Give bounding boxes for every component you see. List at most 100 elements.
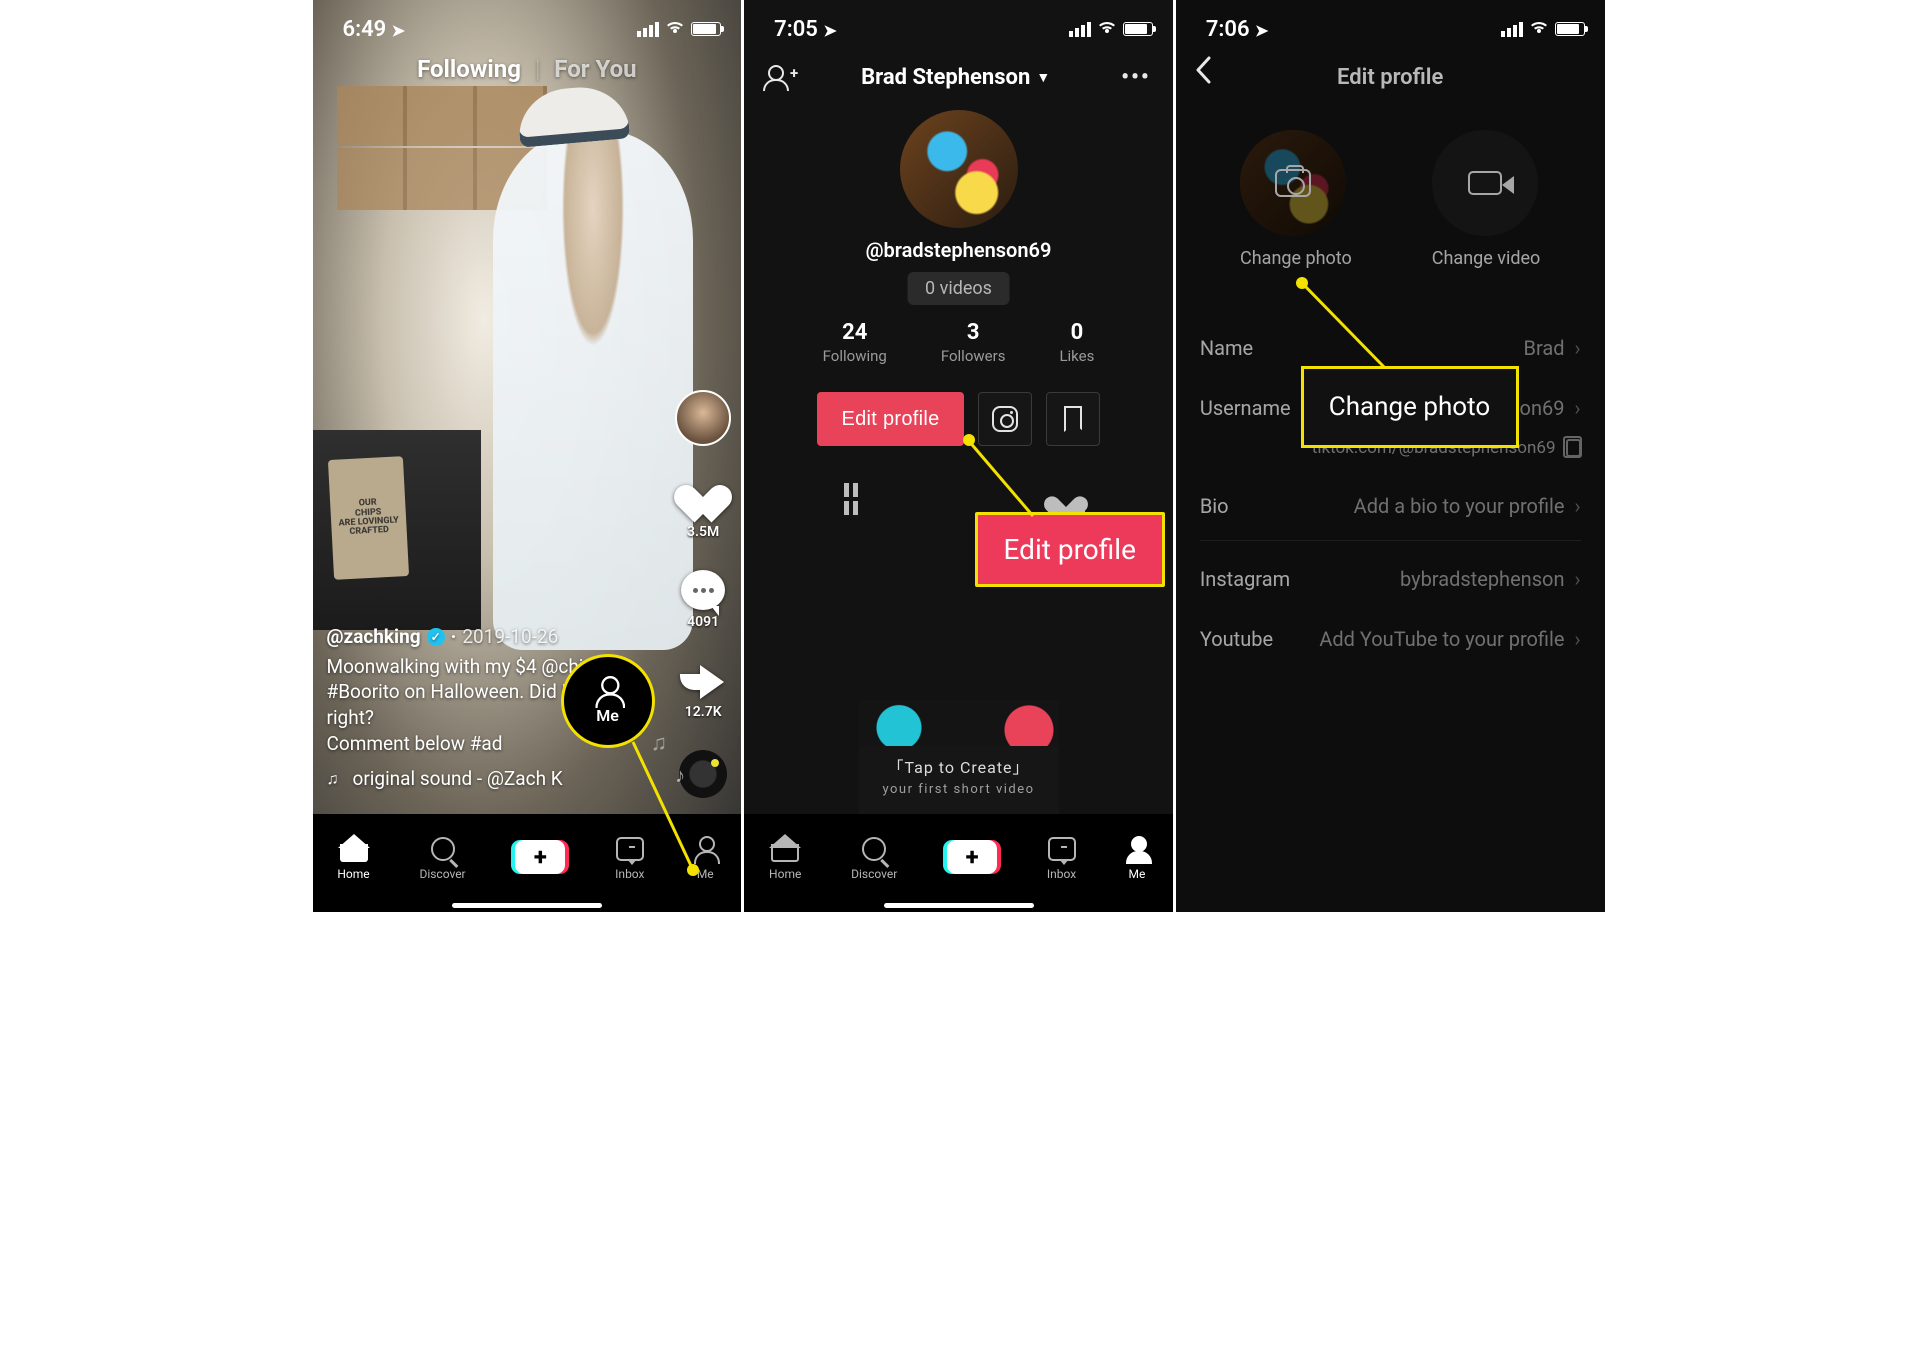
status-time: 7:06 xyxy=(1206,17,1250,42)
row-instagram-value: bybradstephenson xyxy=(1400,567,1565,591)
bg-boxes xyxy=(337,86,547,146)
row-instagram[interactable]: Instagram bybradstephenson› xyxy=(1200,549,1581,609)
status-time: 7:05 xyxy=(774,17,818,42)
stat-followers-num: 3 xyxy=(941,320,1006,345)
wifi-icon xyxy=(665,19,685,40)
nav-home[interactable]: Home xyxy=(337,834,369,881)
feed-right-sidebar: 3.5M 4091 12.7K xyxy=(675,390,731,798)
heart-icon xyxy=(681,476,725,520)
like-button[interactable]: 3.5M xyxy=(681,476,725,540)
videos-count-chip: 0 videos xyxy=(907,272,1010,305)
edit-profile-button[interactable]: Edit profile xyxy=(817,392,963,446)
row-divider xyxy=(1200,540,1581,541)
search-icon xyxy=(862,837,886,861)
comment-count: 4091 xyxy=(687,614,719,630)
home-icon xyxy=(340,836,368,862)
back-button[interactable] xyxy=(1194,56,1212,92)
row-name-label: Name xyxy=(1200,336,1253,360)
change-photo-circle xyxy=(1240,130,1346,236)
battery-icon xyxy=(1555,22,1585,36)
profile-actions: Edit profile xyxy=(744,392,1173,446)
chevron-right-icon: › xyxy=(1575,627,1581,651)
screen-feed: OURCHIPSARE LOVINGLYCRAFTED 6:49 ➤ Follo… xyxy=(313,0,745,912)
share-count: 12.7K xyxy=(685,704,722,720)
tab-following[interactable]: Following xyxy=(417,55,521,83)
comment-icon xyxy=(681,570,725,610)
add-friends-icon[interactable]: + xyxy=(766,65,790,89)
nav-discover[interactable]: Discover xyxy=(419,834,465,881)
sound-note-icon: ♫ xyxy=(327,768,339,790)
caption-username[interactable]: @zachking xyxy=(327,624,421,650)
change-video-circle xyxy=(1432,130,1538,236)
plus-icon: + xyxy=(515,840,565,874)
sound-disc[interactable] xyxy=(679,750,727,798)
profile-avatar[interactable] xyxy=(900,110,1018,228)
location-icon: ➤ xyxy=(392,21,405,40)
stat-following[interactable]: 24 Following xyxy=(823,320,887,365)
profile-stats: 24 Following 3 Followers 0 Likes xyxy=(744,320,1173,365)
tab-for-you[interactable]: For You xyxy=(554,55,636,83)
battery-icon xyxy=(1123,22,1153,36)
change-photo-label: Change photo xyxy=(1240,248,1352,269)
change-video-button[interactable]: Change video xyxy=(1432,130,1541,269)
screen-edit-profile: 7:06 ➤ Edit profile Change photo Change … xyxy=(1176,0,1608,912)
stat-likes-num: 0 xyxy=(1059,320,1094,345)
annotation-me-label: Me xyxy=(596,706,619,725)
status-bar: 6:49 ➤ xyxy=(313,0,742,50)
nav-inbox[interactable]: Inbox xyxy=(1047,834,1076,881)
nav-discover-label: Discover xyxy=(419,867,465,881)
creator-avatar[interactable] xyxy=(675,390,731,446)
share-icon xyxy=(680,660,726,700)
row-bio[interactable]: Bio Add a bio to your profile› xyxy=(1200,476,1581,536)
row-name-value: Brad xyxy=(1523,336,1564,360)
chevron-right-icon: › xyxy=(1575,494,1581,518)
caption-dot: · xyxy=(451,624,457,650)
row-instagram-label: Instagram xyxy=(1200,567,1290,591)
row-username-label: Username xyxy=(1200,396,1291,420)
profile-title[interactable]: Brad Stephenson ▼ xyxy=(861,65,1050,90)
copy-icon xyxy=(1566,439,1581,457)
share-button[interactable]: 12.7K xyxy=(680,660,726,720)
nav-inbox[interactable]: Inbox xyxy=(615,834,644,881)
row-youtube[interactable]: Youtube Add YouTube to your profile› xyxy=(1200,609,1581,669)
signal-icon xyxy=(1501,22,1523,37)
instagram-button[interactable] xyxy=(978,392,1032,446)
location-icon: ➤ xyxy=(823,21,836,40)
edit-title: Edit profile xyxy=(1337,65,1443,90)
comment-button[interactable]: 4091 xyxy=(681,570,725,630)
nav-discover[interactable]: Discover xyxy=(851,834,897,881)
annotation-me-circle: Me xyxy=(561,654,655,748)
nav-home-label: Home xyxy=(769,867,801,881)
annotation-dot-change-photo xyxy=(1296,277,1308,289)
camera-icon xyxy=(1275,169,1311,197)
nav-home[interactable]: Home xyxy=(769,834,801,881)
nav-me-label: Me xyxy=(697,867,714,881)
tab-grid[interactable] xyxy=(744,474,958,524)
heart-lock-icon xyxy=(1051,486,1081,512)
sound-row[interactable]: ♫ original sound - @Zach K xyxy=(327,766,652,792)
stat-likes[interactable]: 0 Likes xyxy=(1059,320,1094,365)
row-bio-label: Bio xyxy=(1200,494,1229,518)
home-icon xyxy=(771,836,799,862)
nav-me-label: Me xyxy=(1129,867,1146,881)
bookmark-button[interactable] xyxy=(1046,392,1100,446)
nav-create[interactable]: + xyxy=(515,842,565,872)
nav-create[interactable]: + xyxy=(947,842,997,872)
change-video-label: Change video xyxy=(1432,248,1541,269)
battery-icon xyxy=(691,22,721,36)
tab-separator: | xyxy=(535,55,540,83)
screen-profile: 7:05 ➤ + Brad Stephenson ▼ ••• @bradstep… xyxy=(744,0,1176,912)
more-options-icon[interactable]: ••• xyxy=(1121,65,1151,90)
tap-to-create-card[interactable]: 「Tap to Create」 your first short video xyxy=(859,700,1059,824)
nav-me[interactable]: Me xyxy=(1126,834,1148,881)
create-card-subtitle: your first short video xyxy=(859,782,1059,797)
status-bar: 7:06 ➤ xyxy=(1176,0,1605,50)
annotation-edit-profile-callout: Edit profile xyxy=(975,512,1165,587)
stat-followers[interactable]: 3 Followers xyxy=(941,320,1006,365)
row-youtube-value: Add YouTube to your profile xyxy=(1319,627,1564,651)
home-indicator xyxy=(452,903,602,908)
change-photo-button[interactable]: Change photo xyxy=(1240,130,1352,269)
status-time: 6:49 xyxy=(343,17,387,42)
signal-icon xyxy=(1069,22,1091,37)
plus-icon: + xyxy=(947,840,997,874)
